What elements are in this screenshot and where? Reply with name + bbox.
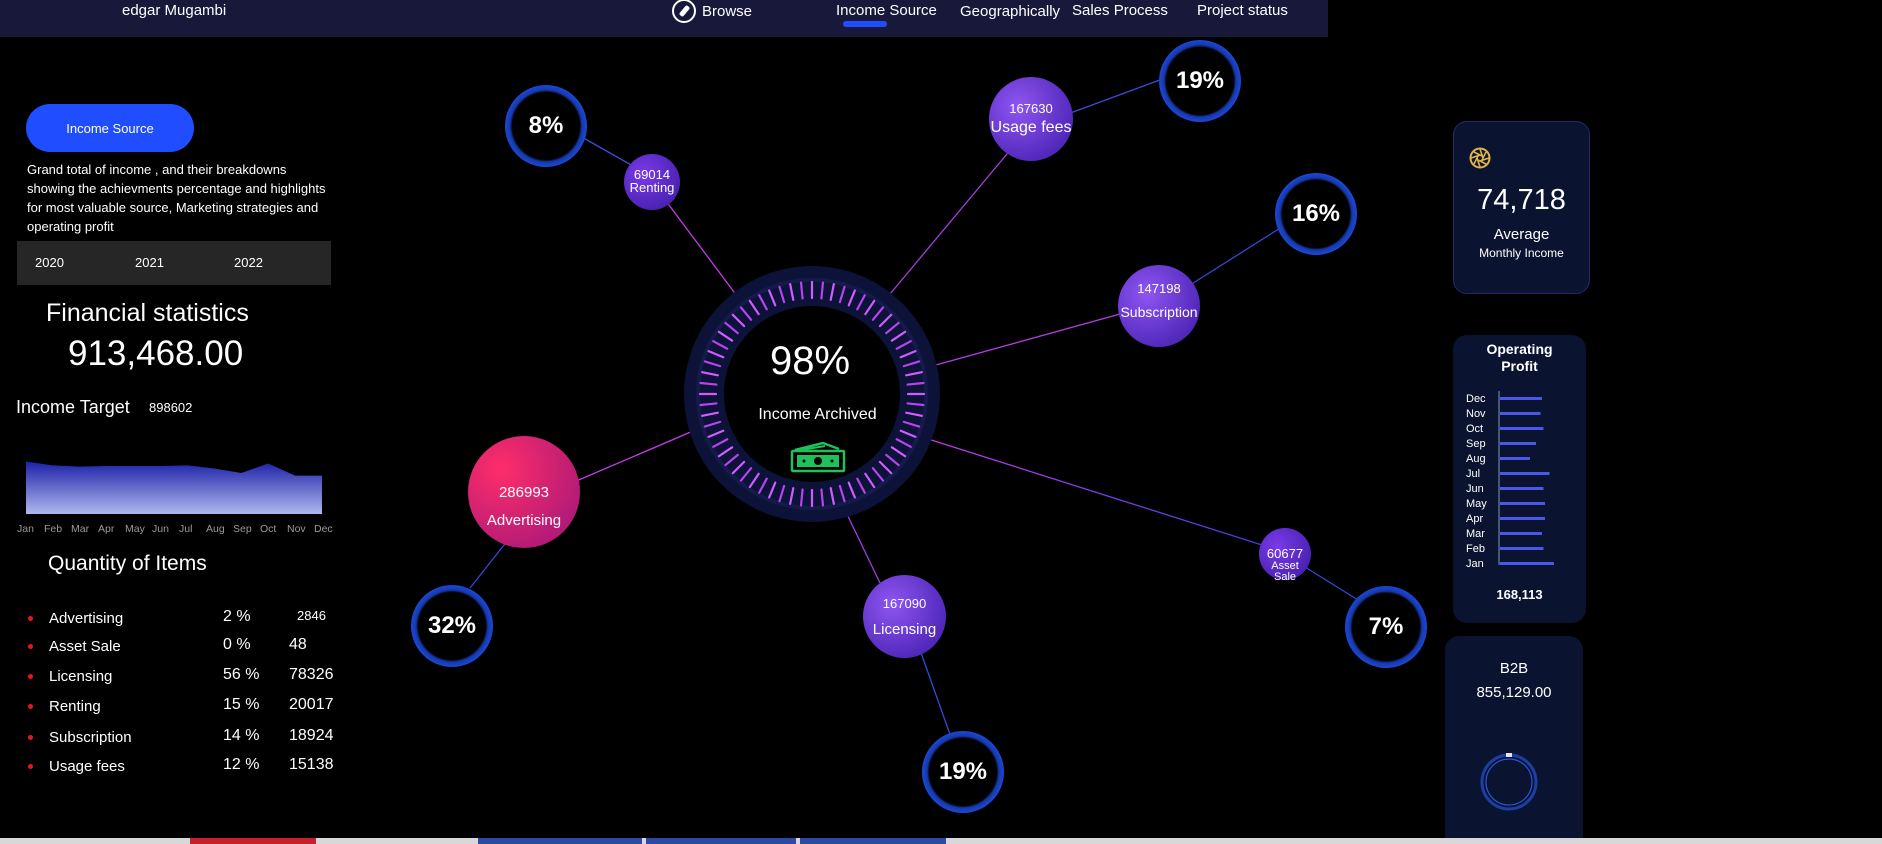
- pct-renting: 8%: [528, 112, 564, 139]
- monthly-income-label: Monthly Income: [1479, 246, 1564, 260]
- sheet-tab-1[interactable]: [190, 838, 316, 844]
- operating-profit-title-line1: Operating: [1486, 341, 1553, 357]
- bar: [1500, 547, 1544, 550]
- b2b-card: B2B 855,129.00: [1445, 636, 1583, 844]
- gauge-tick: [699, 402, 718, 407]
- gauge-tick: [906, 402, 925, 407]
- bubble-usage-fees[interactable]: 167630 Usage fees: [989, 77, 1073, 161]
- renting-label: Renting: [629, 180, 675, 195]
- income-archived-label: Income Archived: [758, 406, 877, 423]
- gauge-tick: [820, 281, 825, 300]
- usage-fees-label: Usage fees: [990, 119, 1072, 136]
- line-hub-licensing: [844, 509, 881, 584]
- b2b-title: B2B: [1499, 660, 1529, 677]
- y-tick-label: Feb: [1466, 543, 1485, 555]
- pct-advertising: 32%: [427, 612, 477, 639]
- operating-profit-card: Operating Profit Dec Nov Oct Sep Aug Jul Jun Ma…: [1453, 335, 1586, 623]
- operating-profit-bar-chart: Dec Nov Oct Sep Aug Jul Jun May Apr Mar Feb Jan: [1466, 391, 1554, 570]
- gauge-tick: [799, 488, 804, 507]
- sheet-tab-2[interactable]: [478, 838, 642, 844]
- y-tick-label: Aug: [1466, 453, 1486, 465]
- bar: [1500, 397, 1542, 400]
- y-tick-label: Sep: [1466, 438, 1486, 450]
- y-tick-label: Oct: [1466, 423, 1483, 435]
- y-tick-label: Dec: [1466, 393, 1486, 405]
- line-licensing-19: [919, 649, 953, 741]
- line-asset-7: [1304, 566, 1359, 601]
- usage-fees-value: 167630: [1009, 101, 1053, 116]
- sheet-tab-4[interactable]: [800, 838, 946, 844]
- pct-ring-renting: 8%: [505, 85, 587, 167]
- average-monthly-income-card: 74,718 Average Monthly Income: [1453, 121, 1590, 294]
- y-tick-label: Nov: [1466, 408, 1486, 420]
- bar: [1500, 427, 1544, 430]
- bar: [1500, 562, 1554, 565]
- b2b-progress-ring: [1480, 753, 1538, 811]
- advertising-label: Advertising: [486, 512, 562, 529]
- line-usage-19: [1064, 77, 1166, 116]
- subscription-label: Subscription: [1120, 304, 1198, 320]
- asset-sale-label: Asset Sale: [1271, 560, 1299, 583]
- pct-usage-fees: 19%: [1175, 67, 1225, 94]
- gauge-tick: [820, 488, 825, 507]
- gauge-tick: [799, 281, 804, 300]
- average-label: Average: [1493, 226, 1550, 243]
- bubble-licensing[interactable]: 167090 Licensing: [863, 575, 946, 658]
- advertising-value: 286993: [498, 484, 550, 501]
- y-tick-label: Jul: [1466, 468, 1480, 480]
- gauge-tick: [699, 381, 718, 386]
- pct-ring-asset-sale: 7%: [1345, 586, 1427, 668]
- operating-profit-title: Operating Profit: [1453, 341, 1586, 375]
- income-hub-gauge: [684, 266, 940, 522]
- bubble-renting[interactable]: 69014 Renting: [624, 154, 680, 210]
- y-tick-label: Apr: [1466, 513, 1483, 525]
- money-icon: [790, 441, 846, 473]
- sheet-tab-strip: [0, 838, 1882, 844]
- subscription-value: 147198: [1137, 281, 1181, 296]
- asset-sale-value: 60677: [1266, 546, 1304, 561]
- sheet-tab-3[interactable]: [646, 838, 796, 844]
- pct-ring-subscription: 16%: [1275, 173, 1357, 255]
- pct-ring-advertising: 32%: [411, 585, 493, 667]
- bar: [1500, 502, 1545, 505]
- line-hub-subscription: [924, 313, 1121, 369]
- pct-ring-licensing: 19%: [922, 731, 1004, 813]
- pct-ring-usage-fees: 19%: [1159, 40, 1241, 122]
- line-hub-advertising: [573, 427, 701, 483]
- y-tick-label: May: [1466, 498, 1487, 510]
- y-tick-label: Jan: [1466, 558, 1484, 570]
- pct-asset-sale: 7%: [1368, 613, 1404, 640]
- bubble-subscription[interactable]: 147198 Subscription: [1118, 265, 1200, 347]
- bar: [1500, 457, 1530, 460]
- b2b-value: 855,129.00: [1476, 684, 1552, 701]
- income-archived-percent: 98%: [769, 339, 851, 383]
- aperture-icon: [1469, 147, 1491, 169]
- licensing-label: Licensing: [872, 621, 937, 638]
- gauge-tick: [906, 381, 925, 386]
- operating-profit-total: 168,113: [1496, 587, 1543, 602]
- bar: [1500, 412, 1541, 415]
- operating-profit-title-line2: Profit: [1501, 358, 1538, 374]
- income-network: [469, 77, 1359, 741]
- y-tick-label: Jun: [1466, 483, 1484, 495]
- pct-subscription: 16%: [1291, 200, 1341, 227]
- bar: [1500, 472, 1550, 475]
- bar: [1500, 487, 1544, 490]
- line-hub-usage: [884, 147, 1013, 301]
- bubble-advertising[interactable]: 286993 Advertising: [468, 436, 580, 548]
- bar: [1500, 532, 1542, 535]
- line-hub-asset: [924, 437, 1263, 546]
- bar: [1500, 517, 1545, 520]
- line-advertising-32: [469, 539, 509, 589]
- y-tick-label: Mar: [1466, 528, 1485, 540]
- line-subscription-16: [1189, 224, 1286, 286]
- licensing-value: 167090: [882, 596, 927, 611]
- pct-licensing: 19%: [938, 758, 988, 785]
- bar: [1500, 442, 1536, 445]
- bubble-asset-sale[interactable]: 60677 Asset Sale: [1259, 528, 1311, 583]
- average-monthly-income-value: 74,718: [1477, 184, 1566, 216]
